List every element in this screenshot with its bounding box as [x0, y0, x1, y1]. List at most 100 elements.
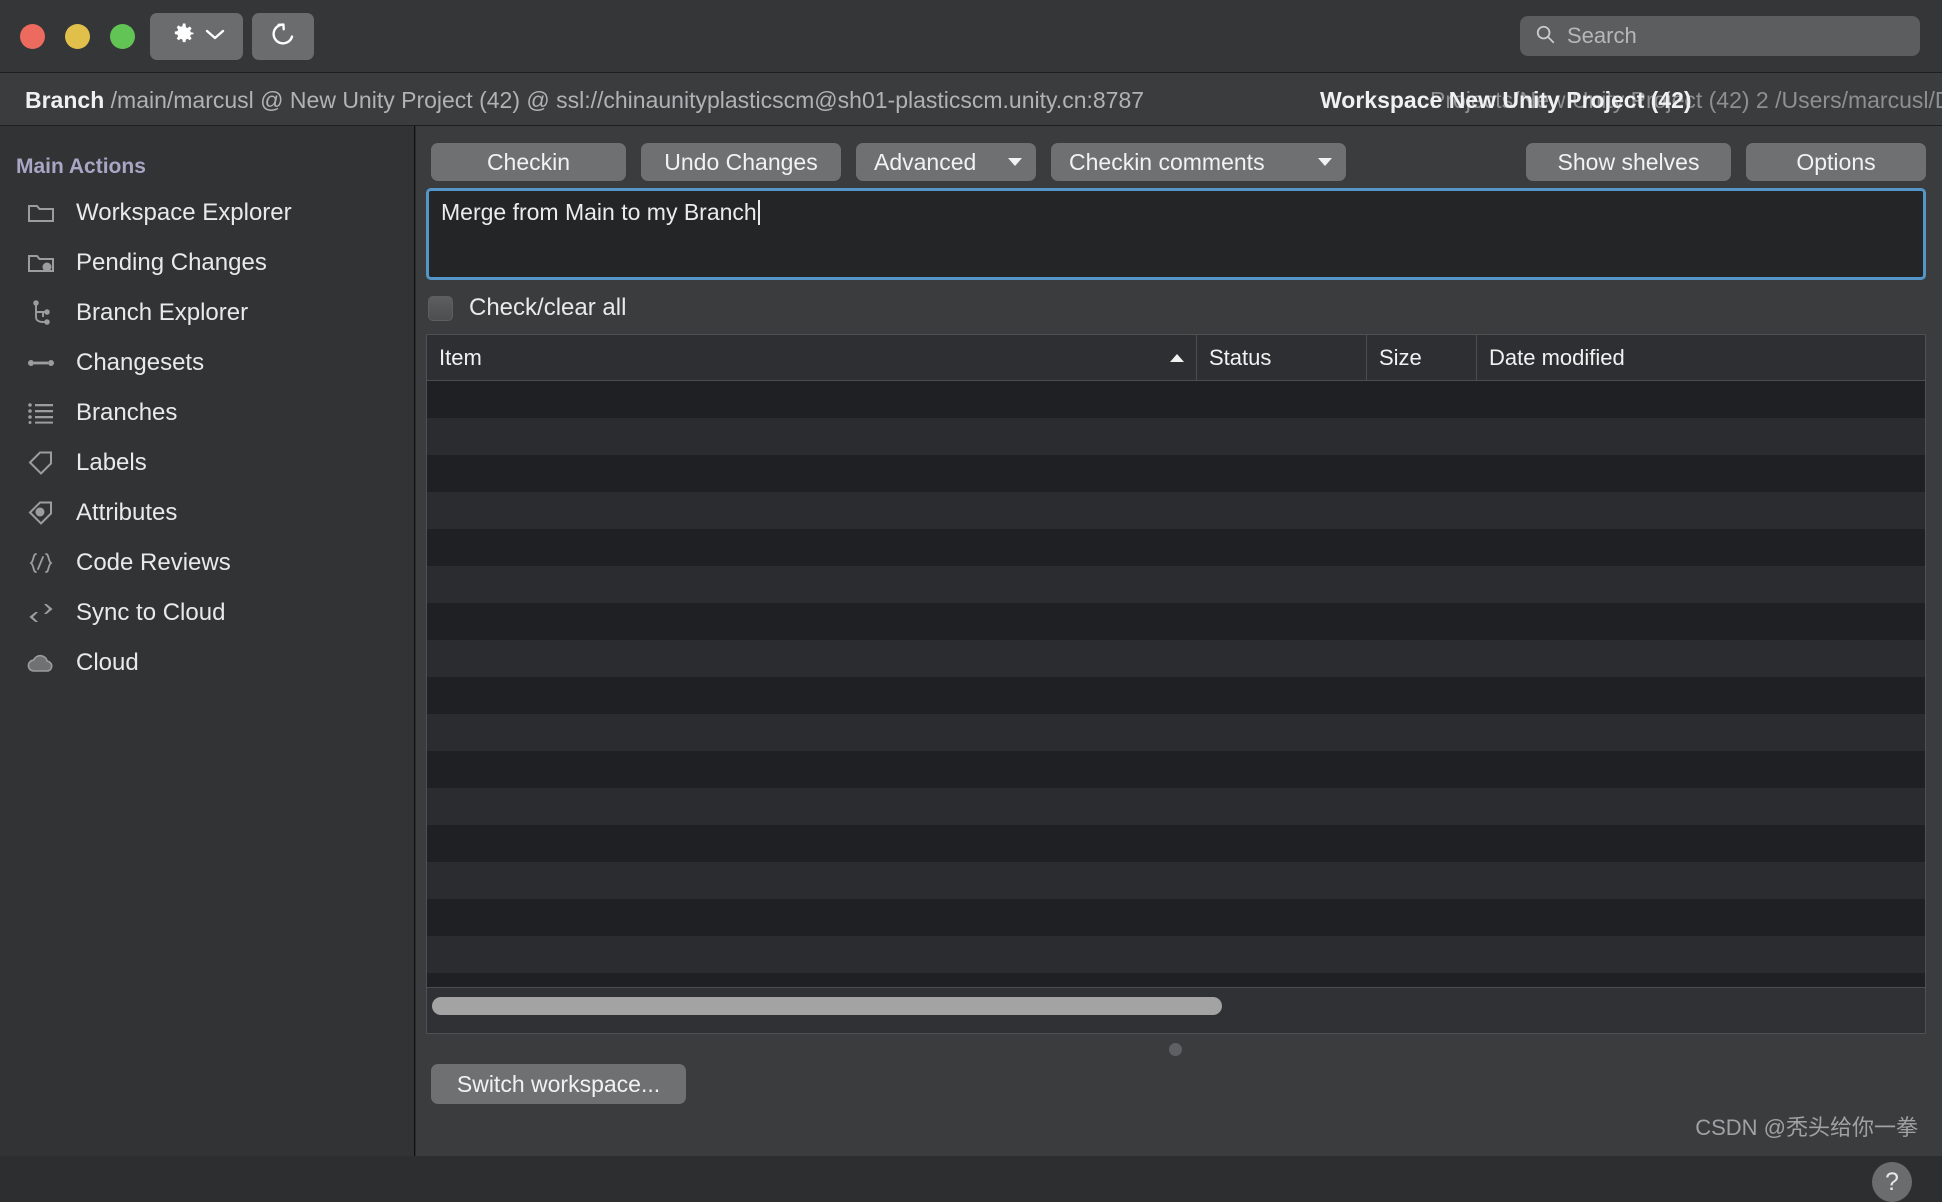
sidebar-item-code-reviews[interactable]: Code Reviews	[0, 538, 414, 588]
checkin-comment-input[interactable]: Merge from Main to my Branch	[426, 188, 1926, 280]
table-row[interactable]	[427, 751, 1925, 788]
check-clear-all-checkbox[interactable]	[428, 296, 453, 321]
sidebar-item-label: Workspace Explorer	[76, 199, 292, 227]
chevron-down-icon	[1318, 158, 1332, 166]
sidebar-title: Main Actions	[16, 155, 146, 179]
table-row[interactable]	[427, 714, 1925, 751]
table-header-row: Item Status Size Date modified	[427, 335, 1925, 381]
sidebar-item-pending-changes[interactable]: Pending Changes	[0, 238, 414, 288]
undo-changes-button[interactable]: Undo Changes	[641, 143, 841, 181]
checkin-comments-label: Checkin comments	[1069, 149, 1265, 176]
column-header-date-label: Date modified	[1489, 345, 1625, 371]
gear-icon	[169, 20, 197, 53]
sync-icon	[26, 598, 56, 628]
switch-workspace-button[interactable]: Switch workspace...	[431, 1064, 686, 1104]
search-placeholder: Search	[1567, 23, 1637, 49]
refresh-icon	[268, 19, 298, 54]
sidebar-item-label: Code Reviews	[76, 549, 231, 577]
refresh-button[interactable]	[252, 13, 314, 60]
pending-changes-table: Item Status Size Date modified	[426, 334, 1926, 1034]
advanced-dropdown-label: Advanced	[874, 149, 976, 176]
pending-changes-panel: Checkin Undo Changes Advanced Checkin co…	[416, 126, 1942, 1156]
tag-icon	[26, 448, 56, 478]
sidebar-item-changesets[interactable]: Changesets	[0, 338, 414, 388]
panel-resize-handle[interactable]	[1169, 1043, 1182, 1056]
workspace-indicator[interactable]: Workspace New Unity Project (42)	[1320, 87, 1692, 113]
sidebar-item-label: Branches	[76, 399, 177, 427]
folder-dot-icon	[26, 248, 56, 278]
table-row[interactable]	[427, 936, 1925, 973]
branch-value: /main/marcusl @ New Unity Project (42) @…	[111, 87, 1144, 113]
csdn-watermark: CSDN @秃头给你一拳	[1695, 1110, 1918, 1142]
table-row[interactable]	[427, 862, 1925, 899]
close-window-button[interactable]	[20, 24, 45, 49]
advanced-dropdown[interactable]: Advanced	[856, 143, 1036, 181]
chevron-down-icon	[205, 28, 225, 46]
column-header-item-label: Item	[439, 345, 482, 371]
sidebar-item-branch-explorer[interactable]: Branch Explorer	[0, 288, 414, 338]
search-field[interactable]: Search	[1520, 16, 1920, 56]
path-breadcrumb-bar: Branch /main/marcusl @ New Unity Project…	[0, 73, 1942, 126]
list-icon	[26, 398, 56, 428]
column-header-item[interactable]: Item	[427, 335, 1197, 380]
window-titlebar: Search	[0, 0, 1942, 73]
sidebar-item-label: Branch Explorer	[76, 299, 248, 327]
table-row[interactable]	[427, 825, 1925, 862]
table-row[interactable]	[427, 492, 1925, 529]
branch-label: Branch	[25, 87, 104, 113]
column-header-date-modified[interactable]: Date modified	[1477, 335, 1717, 380]
table-body	[427, 381, 1925, 987]
changeset-icon	[26, 348, 56, 378]
table-row[interactable]	[427, 529, 1925, 566]
sidebar-item-label: Labels	[76, 449, 147, 477]
show-shelves-button[interactable]: Show shelves	[1526, 143, 1731, 181]
help-button[interactable]: ?	[1872, 1162, 1912, 1202]
table-row[interactable]	[427, 455, 1925, 492]
sidebar-item-list: Workspace Explorer Pending Changes	[0, 188, 414, 688]
horizontal-scrollbar-track[interactable]	[427, 987, 1925, 1033]
table-row[interactable]	[427, 788, 1925, 825]
text-caret	[758, 200, 760, 225]
sort-ascending-icon	[1170, 354, 1184, 362]
branch-indicator[interactable]: Branch /main/marcusl @ New Unity Project…	[25, 87, 1144, 113]
sidebar-item-label: Sync to Cloud	[76, 599, 225, 627]
column-header-status[interactable]: Status	[1197, 335, 1367, 380]
main-actions-sidebar: Main Actions Workspace Explorer Pending …	[0, 126, 415, 1156]
table-row[interactable]	[427, 973, 1925, 987]
sidebar-item-branches[interactable]: Branches	[0, 388, 414, 438]
settings-menu-button[interactable]	[150, 13, 243, 60]
table-row[interactable]	[427, 381, 1925, 418]
sidebar-item-workspace-explorer[interactable]: Workspace Explorer	[0, 188, 414, 238]
table-row[interactable]	[427, 899, 1925, 936]
table-row[interactable]	[427, 603, 1925, 640]
checkin-comment-value: Merge from Main to my Branch	[441, 199, 757, 225]
zoom-window-button[interactable]	[110, 24, 135, 49]
checkin-button[interactable]: Checkin	[431, 143, 626, 181]
minimize-window-button[interactable]	[65, 24, 90, 49]
folder-icon	[26, 198, 56, 228]
options-button[interactable]: Options	[1746, 143, 1926, 181]
chevron-down-icon	[1008, 158, 1022, 166]
sidebar-item-label: Cloud	[76, 649, 139, 677]
sidebar-item-label: Changesets	[76, 349, 204, 377]
sidebar-item-sync-to-cloud[interactable]: Sync to Cloud	[0, 588, 414, 638]
checkin-comments-dropdown[interactable]: Checkin comments	[1051, 143, 1346, 181]
table-row[interactable]	[427, 677, 1925, 714]
sidebar-item-label: Attributes	[76, 499, 177, 527]
sidebar-item-label: Pending Changes	[76, 249, 267, 277]
check-clear-all-row[interactable]: Check/clear all	[428, 294, 626, 322]
check-clear-all-label: Check/clear all	[469, 294, 626, 322]
table-row[interactable]	[427, 640, 1925, 677]
cloud-icon	[26, 648, 56, 678]
traffic-light-group	[20, 24, 135, 49]
sidebar-item-attributes[interactable]: Attributes	[0, 488, 414, 538]
horizontal-scrollbar-thumb[interactable]	[432, 997, 1222, 1015]
pending-changes-toolbar: Checkin Undo Changes Advanced Checkin co…	[416, 126, 1942, 188]
code-braces-icon	[26, 548, 56, 578]
column-header-size[interactable]: Size	[1367, 335, 1477, 380]
table-row[interactable]	[427, 566, 1925, 603]
search-icon	[1534, 23, 1556, 50]
sidebar-item-labels[interactable]: Labels	[0, 438, 414, 488]
sidebar-item-cloud[interactable]: Cloud	[0, 638, 414, 688]
table-row[interactable]	[427, 418, 1925, 455]
